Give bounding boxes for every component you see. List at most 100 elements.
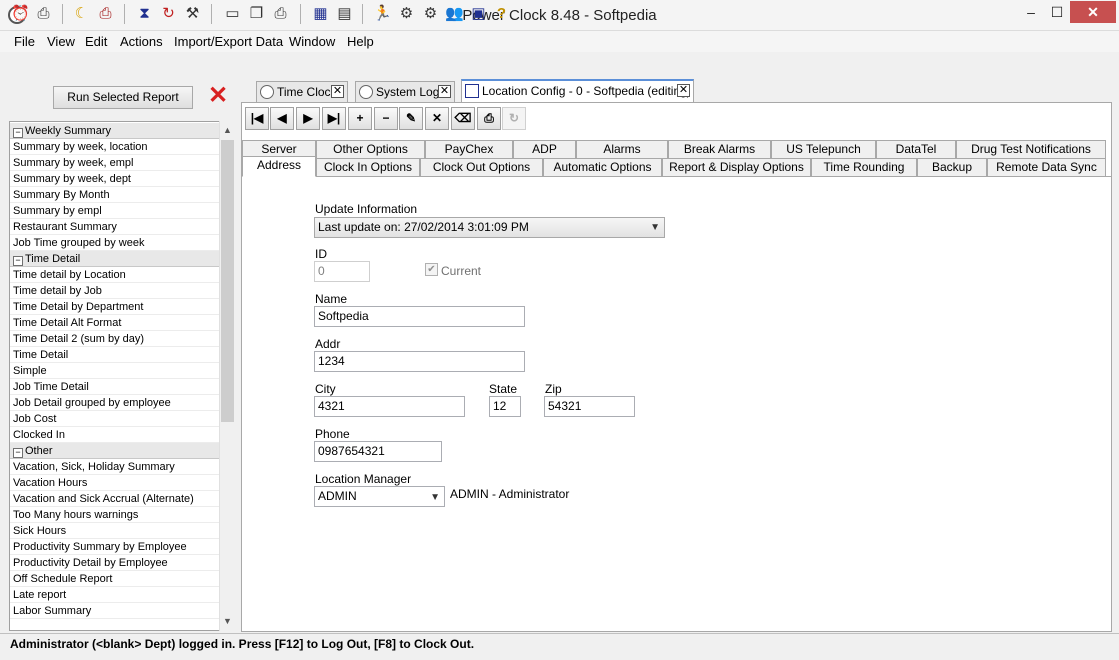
hourglass-icon[interactable]: ⧗ xyxy=(135,4,154,23)
cancel-button[interactable]: ✕ xyxy=(425,107,449,130)
tab-paychex[interactable]: PayChex xyxy=(425,140,513,158)
tab-system-log[interactable]: System Log ✕ xyxy=(355,81,455,102)
city-field[interactable]: 4321 xyxy=(314,396,465,417)
delete-record-button[interactable]: − xyxy=(374,107,398,130)
tab-report-display-options[interactable]: Report & Display Options xyxy=(662,158,811,176)
report-list-item[interactable]: Summary By Month xyxy=(10,187,220,203)
edit-record-button[interactable]: ✎ xyxy=(399,107,423,130)
report-list-item[interactable]: Off Schedule Report xyxy=(10,571,220,587)
scroll-down-icon[interactable]: ▼ xyxy=(219,613,236,630)
report-list-item[interactable]: Productivity Summary by Employee xyxy=(10,539,220,555)
tools-icon[interactable]: ⚒ xyxy=(183,4,202,23)
tab-alarms[interactable]: Alarms xyxy=(576,140,668,158)
report-group-header[interactable]: − Other xyxy=(10,443,220,459)
gear-doc-icon[interactable]: ⚙ xyxy=(397,4,416,23)
next-record-button[interactable]: ▶ xyxy=(296,107,320,130)
moon-icon[interactable]: ☾ xyxy=(72,4,91,23)
last-record-button[interactable]: ▶| xyxy=(322,107,346,130)
menu-window[interactable]: Window xyxy=(289,34,335,49)
addr-field[interactable]: 1234 xyxy=(314,351,525,372)
report-list-item[interactable]: Job Detail grouped by employee xyxy=(10,395,220,411)
report-list-item[interactable]: Sick Hours xyxy=(10,523,220,539)
window-icon[interactable]: ▣ xyxy=(469,4,488,23)
tab-time-rounding[interactable]: Time Rounding xyxy=(811,158,917,176)
scroll-up-icon[interactable]: ▲ xyxy=(219,122,236,139)
report-list-item[interactable]: Simple xyxy=(10,363,220,379)
menu-actions[interactable]: Actions xyxy=(120,34,163,49)
printer-icon[interactable]: ⎙ xyxy=(34,4,53,23)
tab-time-clock[interactable]: Time Clock ✕ xyxy=(256,81,348,102)
prev-record-button[interactable]: ◀ xyxy=(270,107,294,130)
menu-import-export[interactable]: Import/Export Data xyxy=(174,34,283,49)
calendar-icon[interactable]: ▦ xyxy=(311,4,330,23)
report-group-header[interactable]: − Time Detail xyxy=(10,251,220,267)
phone-field[interactable]: 0987654321 xyxy=(314,441,442,462)
close-tab-icon[interactable]: ✕ xyxy=(438,85,451,98)
run-selected-report-button[interactable]: Run Selected Report xyxy=(53,86,193,109)
tab-backup[interactable]: Backup xyxy=(917,158,987,176)
running-man-icon[interactable]: 🏃 xyxy=(373,4,392,23)
tab-datatel[interactable]: DataTel xyxy=(876,140,956,158)
report-list-item[interactable]: Vacation, Sick, Holiday Summary xyxy=(10,459,220,475)
tab-other-options[interactable]: Other Options xyxy=(316,140,425,158)
tab-clock-in-options[interactable]: Clock In Options xyxy=(316,158,420,176)
report-list-item[interactable]: Time Detail Alt Format xyxy=(10,315,220,331)
report-list-item[interactable]: Productivity Detail by Employee xyxy=(10,555,220,571)
people-icon[interactable]: 👥 xyxy=(445,4,464,23)
tab-location-config[interactable]: Location Config - 0 - Softpedia (editing… xyxy=(461,79,694,102)
eraser-button[interactable]: ⌫ xyxy=(451,107,475,130)
report-group-header[interactable]: − Weekly Summary xyxy=(10,123,220,139)
tab-automatic-options[interactable]: Automatic Options xyxy=(543,158,662,176)
location-manager-dropdown[interactable]: ADMIN ▼ xyxy=(314,486,445,507)
report-list-item[interactable]: Time Detail xyxy=(10,347,220,363)
report-list-item[interactable]: Time Detail 2 (sum by day) xyxy=(10,331,220,347)
maximize-button[interactable]: ☐ xyxy=(1044,1,1070,23)
tab-break-alarms[interactable]: Break Alarms xyxy=(668,140,771,158)
tab-address[interactable]: Address xyxy=(242,156,316,177)
report-list-item[interactable]: Time detail by Location xyxy=(10,267,220,283)
report-list-item[interactable]: Labor Summary xyxy=(10,603,220,619)
report-list-item[interactable]: Job Time grouped by week xyxy=(10,235,220,251)
report-list-item[interactable]: Clocked In xyxy=(10,427,220,443)
tab-drug-test-notifications[interactable]: Drug Test Notifications xyxy=(956,140,1106,158)
delete-icon[interactable]: ✕ xyxy=(206,84,230,108)
report-list-item[interactable]: Vacation and Sick Accrual (Alternate) xyxy=(10,491,220,507)
first-record-button[interactable]: |◀ xyxy=(245,107,269,130)
report-list-item[interactable]: Summary by week, empl xyxy=(10,155,220,171)
menu-view[interactable]: View xyxy=(47,34,75,49)
close-tab-icon[interactable]: ✕ xyxy=(331,85,344,98)
report-list-item[interactable]: Job Cost xyxy=(10,411,220,427)
clock-reload-icon[interactable]: ↻ xyxy=(159,4,178,23)
report-list[interactable]: − Weekly Summary Summary by week, location… xyxy=(9,121,236,631)
alarm-clock-icon[interactable]: ⏰ xyxy=(11,4,30,23)
tab-remote-data-sync[interactable]: Remote Data Sync xyxy=(987,158,1106,176)
menu-file[interactable]: File xyxy=(14,34,35,49)
name-field[interactable]: Softpedia xyxy=(314,306,525,327)
print-button[interactable]: ⎙ xyxy=(477,107,501,130)
menu-edit[interactable]: Edit xyxy=(85,34,107,49)
report-list-item[interactable]: Time detail by Job xyxy=(10,283,220,299)
tab-us-telepunch[interactable]: US Telepunch xyxy=(771,140,876,158)
collapse-icon[interactable]: − xyxy=(13,128,23,138)
zip-field[interactable]: 54321 xyxy=(544,396,635,417)
scrollbar-thumb[interactable] xyxy=(221,140,234,422)
collapse-icon[interactable]: − xyxy=(13,448,23,458)
report-list-item[interactable]: Summary by week, dept xyxy=(10,171,220,187)
print-icon[interactable]: ⎙ xyxy=(271,4,290,23)
update-info-dropdown[interactable]: Last update on: 27/02/2014 3:01:09 PM ▼ xyxy=(314,217,665,238)
help-icon[interactable]: ? xyxy=(492,4,511,23)
close-window-button[interactable]: ✕ xyxy=(1070,1,1116,23)
tab-clock-out-options[interactable]: Clock Out Options xyxy=(420,158,543,176)
calculator-icon[interactable]: ▤ xyxy=(335,4,354,23)
refresh-button[interactable]: ↻ xyxy=(502,107,526,130)
menu-help[interactable]: Help xyxy=(347,34,374,49)
report-list-item[interactable]: Restaurant Summary xyxy=(10,219,220,235)
state-field[interactable]: 12 xyxy=(489,396,521,417)
report-list-item[interactable]: Summary by week, location xyxy=(10,139,220,155)
report-list-item[interactable]: Time Detail by Department xyxy=(10,299,220,315)
report-list-item[interactable]: Too Many hours warnings xyxy=(10,507,220,523)
minimize-button[interactable]: – xyxy=(1018,1,1044,23)
report-list-item[interactable]: Job Time Detail xyxy=(10,379,220,395)
report-list-item[interactable]: Vacation Hours xyxy=(10,475,220,491)
print-report-icon[interactable]: ⎙ xyxy=(96,4,115,23)
